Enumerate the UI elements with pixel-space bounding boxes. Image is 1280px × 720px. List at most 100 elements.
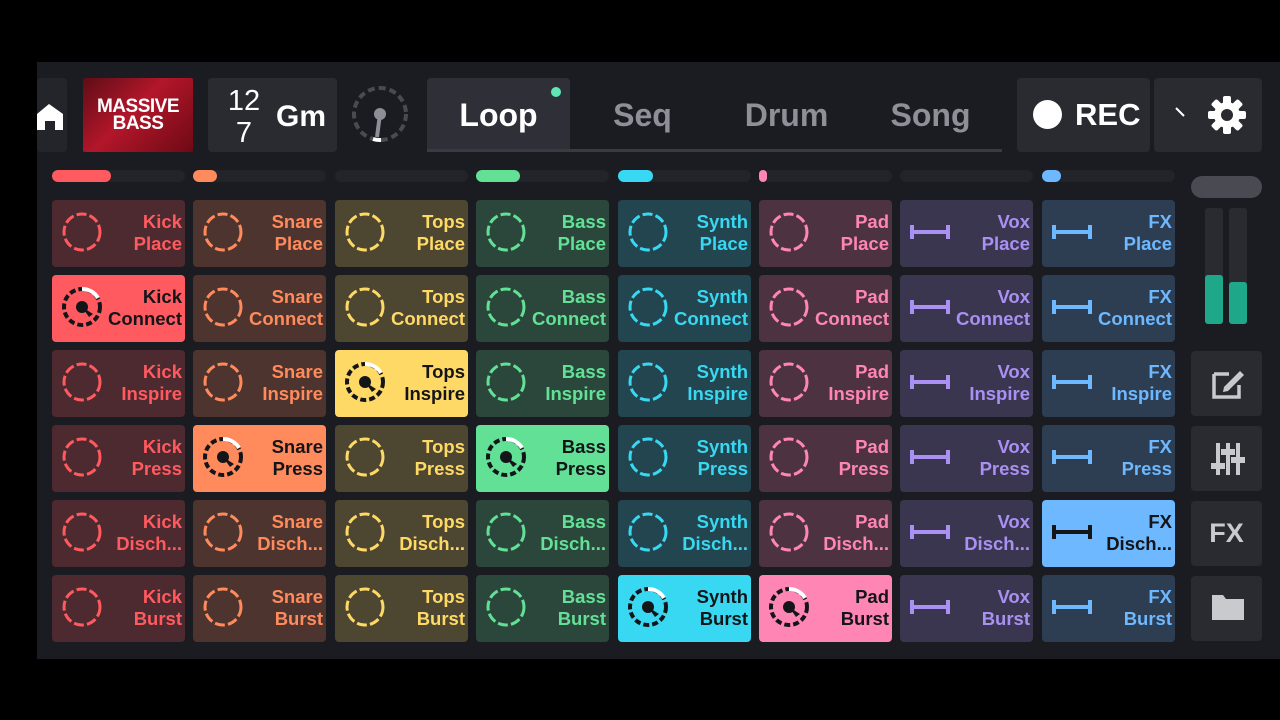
pad-label: Snare Burst [237,586,323,630]
pad-label: Vox Inspire [944,361,1030,405]
fx-button[interactable]: FX [1191,501,1262,566]
pad-synth-2[interactable]: Synth Inspire [618,350,751,417]
pad-snare-5[interactable]: Snare Burst [193,575,326,642]
pad-kick-3[interactable]: Kick Press [52,425,185,492]
pad-snare-4[interactable]: Snare Disch... [193,500,326,567]
tab-drum[interactable]: Drum [715,78,858,152]
pad-vox-2[interactable]: Vox Inspire [900,350,1033,417]
pad-kick-5[interactable]: Kick Burst [52,575,185,642]
pad-loop-label: Press [979,458,1030,479]
pad-tops-2[interactable]: Tops Inspire [335,350,468,417]
pad-loop-label: Disch... [116,533,182,554]
pad-kick-1[interactable]: Kick Connect [52,275,185,342]
pad-bass-1[interactable]: Bass Connect [476,275,609,342]
pad-bass-2[interactable]: Bass Inspire [476,350,609,417]
pad-fx-3[interactable]: FX Press [1042,425,1175,492]
pad-bass-5[interactable]: Bass Burst [476,575,609,642]
pad-loop-label: Place [416,233,465,254]
pad-instrument-label: Snare [271,511,323,532]
home-button[interactable] [37,78,67,152]
pad-loop-label: Place [274,233,323,254]
pad-synth-0[interactable]: Synth Place [618,200,751,267]
pad-pad-5[interactable]: Pad Burst [759,575,892,642]
pad-fx-4[interactable]: FX Disch... [1042,500,1175,567]
tab-song[interactable]: Song [859,78,1002,152]
level-strip-snare [193,170,326,182]
pad-vox-5[interactable]: Vox Burst [900,575,1033,642]
pad-label: Synth Connect [662,286,748,330]
record-label: REC [1075,97,1141,132]
pad-bass-0[interactable]: Bass Place [476,200,609,267]
pad-loop-label: Burst [840,608,889,629]
pad-instrument-label: Tops [422,211,465,232]
edit-button[interactable] [1191,351,1262,416]
pad-instrument-label: Tops [422,361,465,382]
pad-instrument-label: Pad [855,211,889,232]
pad-label: Pad Place [803,211,889,255]
pad-synth-5[interactable]: Synth Burst [618,575,751,642]
pad-fx-5[interactable]: FX Burst [1042,575,1175,642]
pad-bass-4[interactable]: Bass Disch... [476,500,609,567]
level-fill-kick [52,170,111,182]
pad-label: FX Burst [1086,586,1172,630]
pad-pad-4[interactable]: Pad Disch... [759,500,892,567]
pad-kick-0[interactable]: Kick Place [52,200,185,267]
pad-label: Bass Inspire [520,361,606,405]
pad-snare-0[interactable]: Snare Place [193,200,326,267]
pad-instrument-label: Vox [997,436,1030,457]
record-button[interactable]: REC [1017,78,1150,152]
level-fill-bass [476,170,520,182]
master-level-meter[interactable] [1191,176,1262,328]
pad-fx-1[interactable]: FX Connect [1042,275,1175,342]
pad-loop-label: Place [557,233,606,254]
folder-button[interactable] [1191,576,1262,641]
pad-synth-4[interactable]: Synth Disch... [618,500,751,567]
volume-knob-icon[interactable] [351,85,409,143]
tab-seq[interactable]: Seq [571,78,714,152]
pad-instrument-label: Bass [561,361,606,382]
mixer-button[interactable] [1191,426,1262,491]
pad-bass-3[interactable]: Bass Press [476,425,609,492]
pad-instrument-label: Tops [422,511,465,532]
pad-vox-0[interactable]: Vox Place [900,200,1033,267]
pad-loop-label: Connect [532,308,606,329]
pad-tops-5[interactable]: Tops Burst [335,575,468,642]
pad-tops-4[interactable]: Tops Disch... [335,500,468,567]
pad-snare-3[interactable]: Snare Press [193,425,326,492]
pad-tops-3[interactable]: Tops Press [335,425,468,492]
pad-instrument-label: Synth [696,211,748,232]
pad-fx-2[interactable]: FX Inspire [1042,350,1175,417]
pad-vox-1[interactable]: Vox Connect [900,275,1033,342]
pad-vox-3[interactable]: Vox Press [900,425,1033,492]
pad-pad-3[interactable]: Pad Press [759,425,892,492]
pad-loop-label: Place [1123,233,1172,254]
level-fill-synth [618,170,653,182]
pad-label: Vox Place [944,211,1030,255]
pad-instrument-label: Bass [561,436,606,457]
pad-tops-0[interactable]: Tops Place [335,200,468,267]
pad-label: Kick Burst [96,586,182,630]
slash-icon [1175,107,1185,117]
pad-label: Pad Disch... [803,511,889,555]
pad-tops-1[interactable]: Tops Connect [335,275,468,342]
pad-synth-1[interactable]: Synth Connect [618,275,751,342]
pad-instrument-label: FX [1148,586,1172,607]
tab-loop[interactable]: Loop [427,78,570,152]
pad-kick-4[interactable]: Kick Disch... [52,500,185,567]
settings-button[interactable] [1154,78,1262,152]
pad-pad-1[interactable]: Pad Connect [759,275,892,342]
pad-snare-2[interactable]: Snare Inspire [193,350,326,417]
pad-pad-0[interactable]: Pad Place [759,200,892,267]
pad-kick-2[interactable]: Kick Inspire [52,350,185,417]
pad-snare-1[interactable]: Snare Connect [193,275,326,342]
pad-loop-label: Disch... [257,533,323,554]
meter-left-track [1205,208,1223,324]
pad-pad-2[interactable]: Pad Inspire [759,350,892,417]
tempo-key-display[interactable]: 12 7 Gm [208,78,337,152]
pad-vox-4[interactable]: Vox Disch... [900,500,1033,567]
master-volume-handle[interactable] [1191,176,1262,198]
pad-fx-0[interactable]: FX Place [1042,200,1175,267]
pad-loop-label: Inspire [828,383,889,404]
pad-synth-3[interactable]: Synth Press [618,425,751,492]
album-art[interactable]: MASSIVE BASS [83,78,193,152]
